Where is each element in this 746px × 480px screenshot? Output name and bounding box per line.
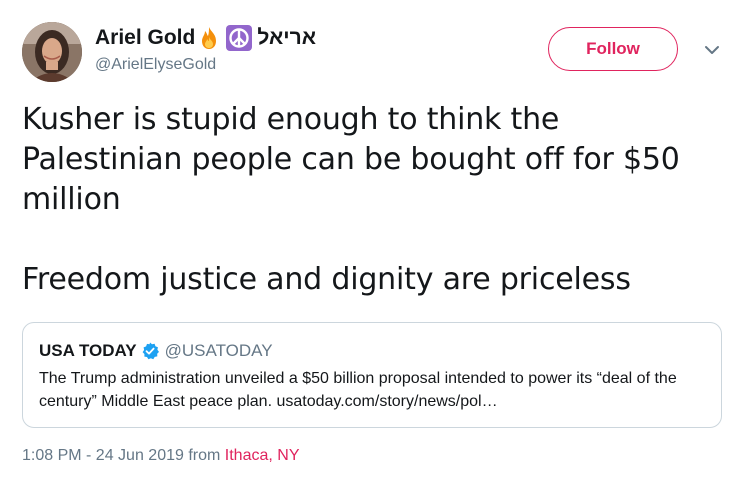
quoted-tweet[interactable]: USA TODAY @USATODAY The Trump administra… [22,322,722,428]
quoted-author-name: USA TODAY [39,341,137,360]
tweet-text: Kusher is stupid enough to think the Pal… [22,100,722,300]
quoted-tweet-header: USA TODAY @USATODAY [39,341,705,361]
peace-symbol-icon [225,24,253,52]
location-link[interactable]: Ithaca, NY [225,447,300,464]
timestamp[interactable]: 1:08 PM - 24 Jun 2019 from [22,447,225,464]
tweet-text-paragraph-1: Kusher is stupid enough to think the Pal… [22,102,680,217]
avatar[interactable] [22,22,82,82]
quoted-tweet-text: The Trump administration unveiled a $50 … [39,370,677,410]
fire-icon [196,25,222,51]
verified-badge-icon [141,342,159,360]
author-name-row: Ariel Gold אריאל [95,24,316,52]
tweet-text-paragraph-2: Freedom justice and dignity are priceles… [22,262,631,297]
tweet-metadata: 1:08 PM - 24 Jun 2019 from Ithaca, NY [22,447,299,465]
chevron-down-icon[interactable] [702,40,722,60]
quoted-author-handle: @USATODAY [164,341,273,360]
tweet-card: Ariel Gold אריאל @ArielElyseGold Follow … [0,0,746,480]
author-handle[interactable]: @ArielElyseGold [95,56,216,74]
follow-button[interactable]: Follow [548,27,678,71]
display-name[interactable]: Ariel Gold [95,26,195,50]
hebrew-name: אריאל [257,26,317,49]
